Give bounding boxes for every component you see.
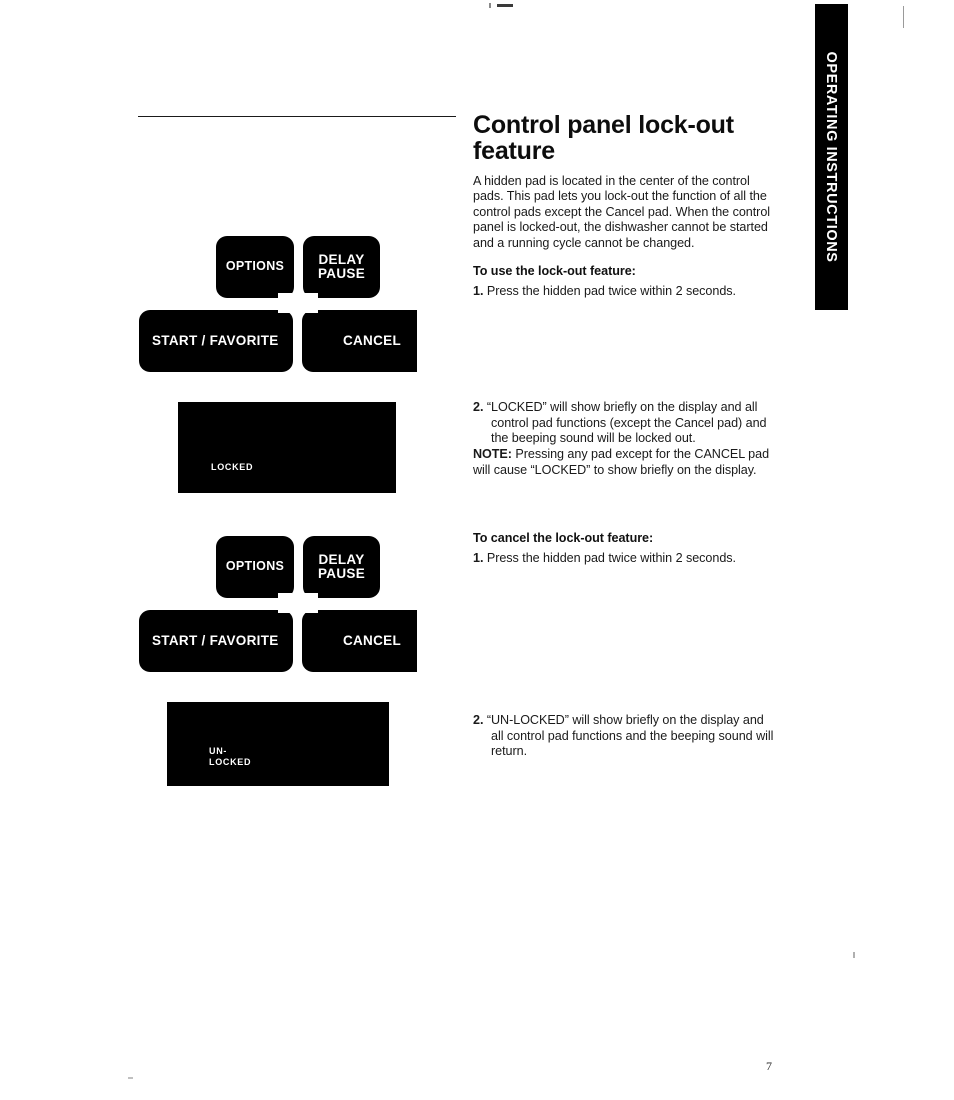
cancel-lockout-block: To cancel the lock-out feature: 1. Press…	[473, 531, 778, 567]
display-locked-text: LOCKED	[211, 462, 254, 472]
scan-artifact-top-right	[903, 6, 904, 28]
scan-artifact-bottom-left	[128, 1077, 133, 1079]
hidden-pad-seg-tl-d	[278, 600, 283, 605]
use-lockout-step-2-text: “LOCKED” will show briefly on the displa…	[486, 400, 767, 446]
article-body: Control panel lock-out feature A hidden …	[473, 112, 783, 300]
pad-cancel-label: CANCEL	[342, 632, 401, 648]
pad-start-favorite: START / FAVORITE	[139, 310, 293, 372]
cancel-lockout-step-2-number: 2.	[473, 713, 484, 727]
pad-options: OPTIONS	[216, 536, 294, 598]
pad-delay-pause: DELAY PAUSE	[303, 236, 380, 298]
hidden-pad-seg-tr-d	[313, 300, 318, 305]
cancel-lockout-step-2-text: “UN-LOCKED” will show briefly on the dis…	[486, 713, 774, 759]
pad-delay-label: DELAY	[318, 251, 365, 267]
pad-delay-label: DELAY	[318, 551, 365, 567]
cancel-lockout-heading: To cancel the lock-out feature:	[473, 531, 654, 545]
scan-artifact-top-center-tick	[489, 3, 491, 8]
pad-pause-label: PAUSE	[317, 266, 365, 281]
pad-delay-pause: DELAY PAUSE	[303, 536, 380, 598]
cancel-lockout-step-1-text: Press the hidden pad twice within 2 seco…	[486, 551, 736, 565]
cancel-lockout-step-1: 1. Press the hidden pad twice within 2 s…	[473, 551, 778, 567]
use-lockout-step-1: 1. Press the hidden pad twice within 2 s…	[473, 284, 783, 300]
pad-cancel: CANCEL	[302, 610, 417, 672]
hidden-pad-seg-br-d	[313, 301, 318, 306]
pad-start-favorite-label: START / FAVORITE	[152, 632, 279, 648]
use-lockout-step-1-text: Press the hidden pad twice within 2 seco…	[486, 284, 736, 299]
pad-cancel-label: CANCEL	[342, 332, 401, 348]
display-unlocked-text: UN- LOCKED	[209, 746, 252, 768]
pad-start-favorite: START / FAVORITE	[139, 610, 293, 672]
cancel-lockout-step-2-block: 2. “UN-LOCKED” will show briefly on the …	[473, 713, 775, 760]
use-lockout-step-1-number: 1.	[473, 284, 484, 299]
hidden-pad-seg-tl-d	[278, 300, 283, 305]
pad-cancel: CANCEL	[302, 310, 417, 372]
note-label: NOTE:	[473, 447, 512, 462]
section-thumb-tab: OPERATING INSTRUCTIONS	[815, 4, 848, 310]
pad-options: OPTIONS	[216, 236, 294, 298]
scan-artifact-lower-right	[853, 952, 855, 958]
page-title: Control panel lock-out feature	[473, 111, 734, 166]
pad-start-favorite-label: START / FAVORITE	[152, 332, 279, 348]
use-lockout-step-2: 2. “LOCKED” will show briefly on the dis…	[473, 400, 778, 447]
scan-artifact-top-center	[497, 4, 513, 7]
note-text: Pressing any pad except for the CANCEL p…	[473, 447, 770, 477]
use-lockout-heading: To use the lock-out feature:	[473, 264, 636, 279]
display-panel-locked: LOCKED	[178, 402, 396, 493]
section-divider-rule	[138, 116, 456, 117]
intro-paragraph: A hidden pad is located in the center of…	[473, 173, 771, 250]
hidden-pad-seg-tr-d	[313, 600, 318, 605]
lockout-note: NOTE: Pressing any pad except for the CA…	[473, 447, 778, 478]
hidden-pad-seg-bl-d	[278, 301, 283, 306]
hidden-pad-seg-bl-d	[278, 601, 283, 606]
use-lockout-step-2-block: 2. “LOCKED” will show briefly on the dis…	[473, 400, 778, 478]
pad-options-label: OPTIONS	[225, 259, 285, 274]
page-number: 7	[766, 1059, 772, 1073]
hidden-pad-seg-br-d	[313, 601, 318, 606]
pad-pause-label: PAUSE	[317, 566, 365, 581]
section-thumb-tab-label: OPERATING INSTRUCTIONS	[823, 51, 840, 263]
cancel-lockout-step-2: 2. “UN-LOCKED” will show briefly on the …	[473, 713, 775, 760]
use-lockout-step-2-number: 2.	[473, 400, 484, 414]
cancel-lockout-step-1-number: 1.	[473, 551, 484, 565]
pad-options-label: OPTIONS	[225, 559, 285, 574]
display-panel-unlocked: UN- LOCKED	[167, 702, 389, 786]
